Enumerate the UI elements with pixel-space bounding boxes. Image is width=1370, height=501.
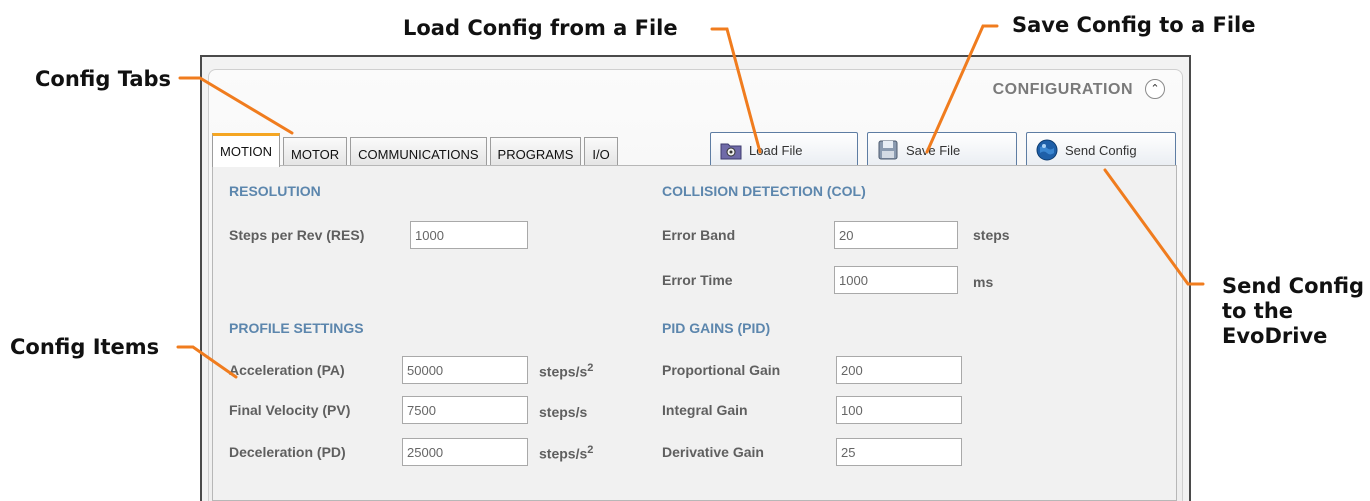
callout-send-config-line1: Send Config [1222, 274, 1365, 298]
save-file-button[interactable]: Save File [867, 132, 1017, 168]
globe-icon [1036, 139, 1058, 161]
deceleration-input[interactable] [402, 438, 528, 466]
error-time-unit: ms [973, 274, 994, 290]
deceleration-unit-text: steps/s [539, 445, 588, 462]
derivative-gain-label: Derivative Gain [662, 444, 764, 460]
acceleration-unit-text: steps/s [539, 363, 588, 380]
error-time-label: Error Time [662, 272, 733, 288]
integral-gain-label: Integral Gain [662, 402, 748, 418]
disk-icon [878, 140, 898, 160]
profile-heading: PROFILE SETTINGS [229, 320, 364, 336]
config-tabs: MOTION MOTOR COMMUNICATIONS PROGRAMS I/O [212, 133, 621, 167]
final-velocity-unit: steps/s [539, 404, 588, 420]
error-time-input[interactable] [834, 266, 958, 294]
send-config-button[interactable]: Send Config [1026, 132, 1176, 168]
save-file-label: Save File [906, 142, 961, 158]
steps-per-rev-label: Steps per Rev (RES) [229, 227, 365, 243]
tab-communications[interactable]: COMMUNICATIONS [350, 137, 487, 167]
error-band-label: Error Band [662, 227, 736, 243]
derivative-gain-input[interactable] [836, 438, 962, 466]
tab-io[interactable]: I/O [584, 137, 618, 167]
acceleration-unit: steps/s2 [539, 362, 593, 380]
tab-programs[interactable]: PROGRAMS [489, 137, 582, 167]
load-file-button[interactable]: Load File [710, 132, 858, 168]
resolution-heading: RESOLUTION [229, 183, 321, 199]
callout-send-config-line2: to the [1222, 299, 1294, 323]
final-velocity-label: Final Velocity (PV) [229, 402, 351, 418]
callout-send-config-line3: EvoDrive [1222, 324, 1328, 348]
proportional-gain-input[interactable] [836, 356, 962, 384]
deceleration-label: Deceleration (PD) [229, 444, 346, 460]
error-band-unit: steps [973, 227, 1010, 243]
load-file-label: Load File [749, 142, 803, 158]
window-title: CONFIGURATION [992, 81, 1133, 98]
callout-load-config: Load Config from a File [403, 16, 678, 40]
steps-per-rev-input[interactable] [410, 221, 528, 249]
send-config-label: Send Config [1065, 142, 1137, 158]
callout-config-tabs: Config Tabs [35, 67, 172, 91]
error-band-input[interactable] [834, 221, 958, 249]
acceleration-label: Acceleration (PA) [229, 362, 345, 378]
integral-gain-input[interactable] [836, 396, 962, 424]
motion-config-panel: RESOLUTION Steps per Rev (RES) COLLISION… [212, 165, 1177, 501]
double-chevron-up-icon[interactable]: ⌃ [1145, 79, 1165, 99]
configuration-window: CONFIGURATION ⌃ MOTION MOTOR COMMUNICATI… [200, 55, 1191, 501]
tab-motor[interactable]: MOTOR [283, 137, 348, 167]
collision-heading: COLLISION DETECTION (COL) [662, 183, 866, 199]
final-velocity-input[interactable] [402, 396, 528, 424]
deceleration-unit-sup: 2 [587, 444, 594, 456]
callout-config-items: Config Items [10, 335, 160, 359]
proportional-gain-label: Proportional Gain [662, 362, 781, 378]
callout-save-config: Save Config to a File [1012, 13, 1256, 37]
acceleration-input[interactable] [402, 356, 528, 384]
folder-gear-icon [720, 143, 742, 160]
pid-heading: PID GAINS (PID) [662, 320, 771, 336]
tab-motion[interactable]: MOTION [212, 133, 280, 167]
deceleration-unit: steps/s2 [539, 444, 593, 462]
acceleration-unit-sup: 2 [587, 362, 594, 374]
